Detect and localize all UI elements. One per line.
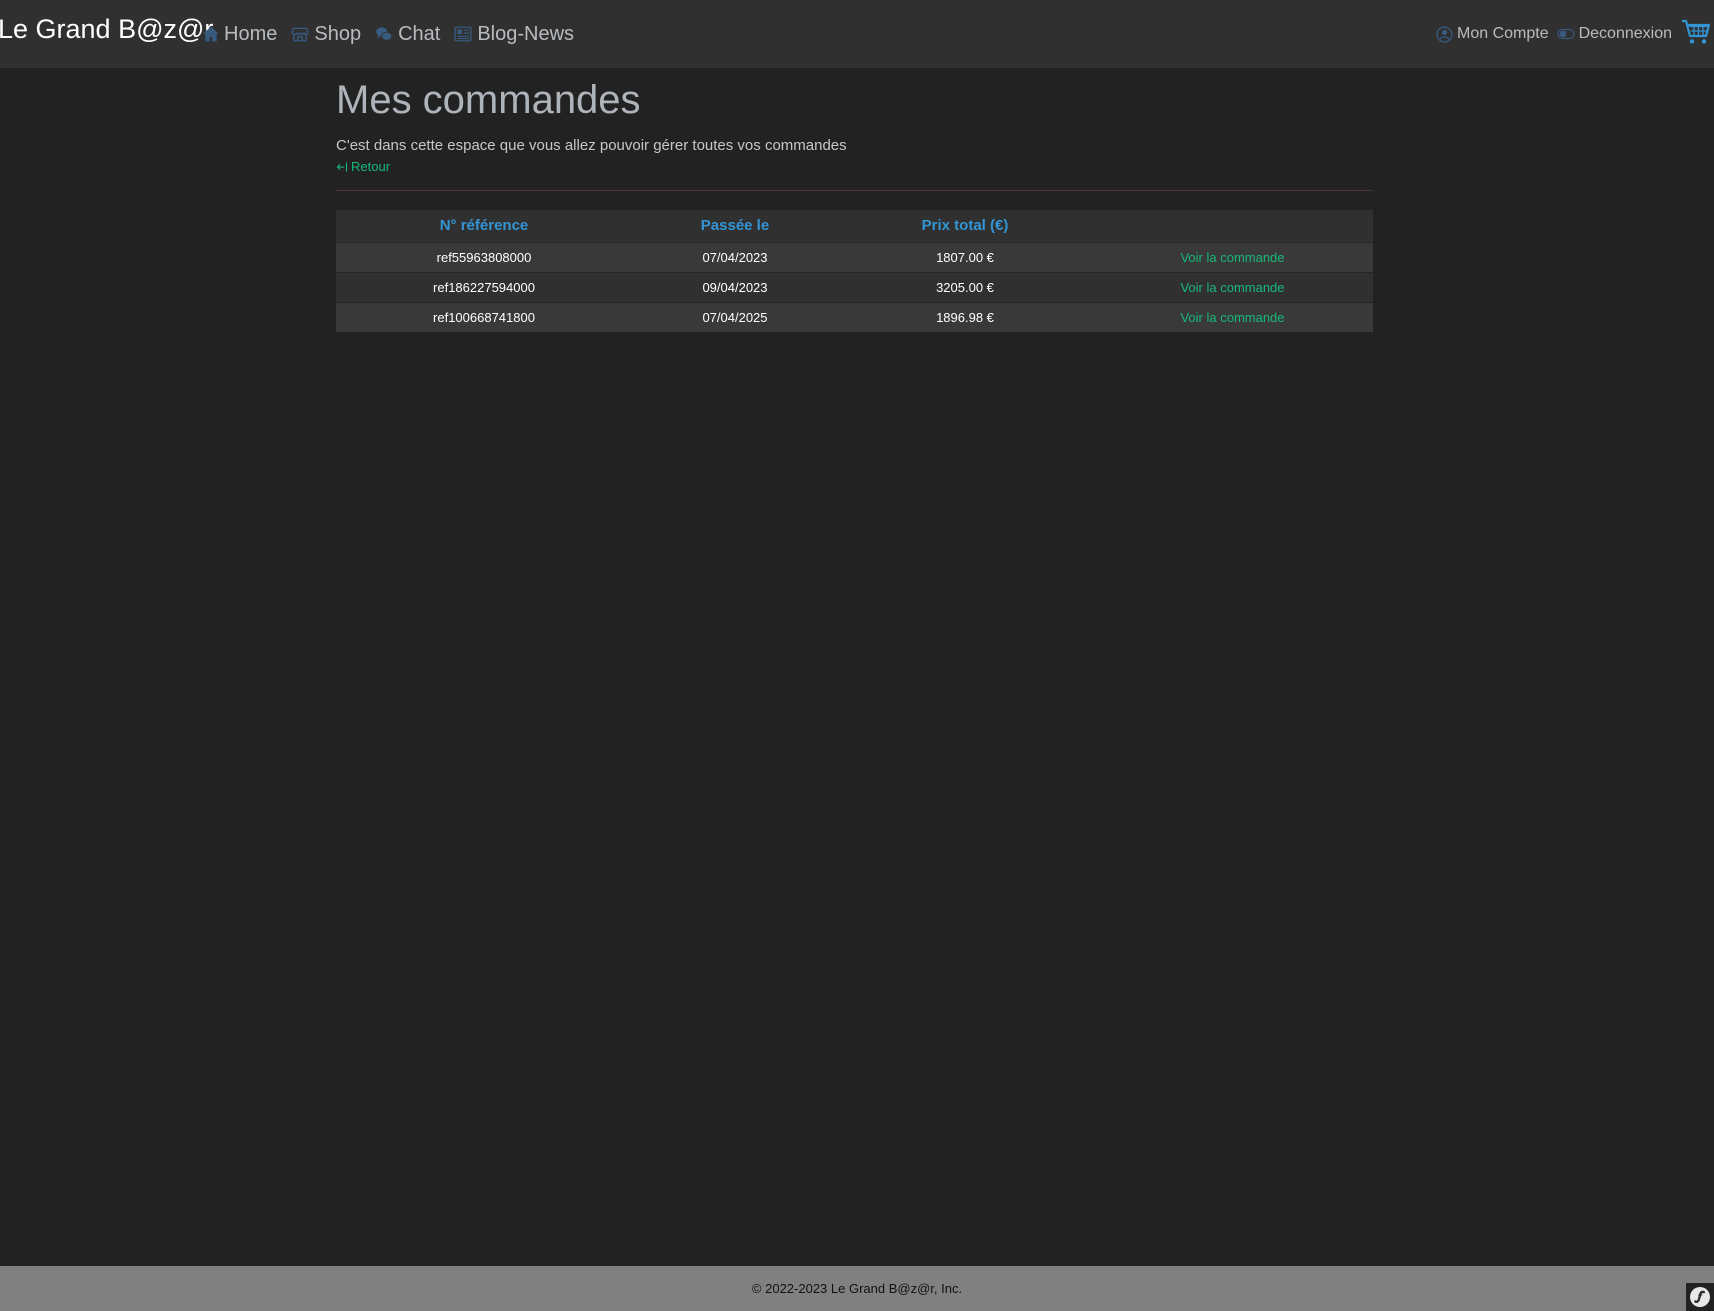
nav-home-label: Home [224,22,278,45]
nav-chat-label: Chat [398,22,441,45]
order-total: 3205.00 € [838,271,1092,302]
order-date: 07/04/2023 [632,241,838,272]
table-row: ref100668741800 07/04/2025 1896.98 € Voi… [336,301,1373,332]
table-row: ref55963808000 07/04/2023 1807.00 € Voir… [336,241,1373,272]
column-header-total: Prix total (€) [921,217,1009,234]
main-nav: Home Shop Chat Blog-News [202,0,587,68]
order-reference: ref100668741800 [336,301,632,332]
view-order-link[interactable]: Voir la commande [1092,301,1373,332]
footer: © 2022-2023 Le Grand B@z@r, Inc. [0,1266,1714,1311]
column-header-reference: N° référence [439,217,529,234]
table-header-row: N° référence Passée le Prix total (€) [336,209,1373,243]
arrow-bar-left-icon [336,162,348,171]
order-reference: ref55963808000 [336,241,632,272]
view-order-link[interactable]: Voir la commande [1092,241,1373,272]
order-total: 1896.98 € [838,301,1092,332]
newspaper-icon [454,26,472,42]
order-date: 07/04/2025 [632,301,838,332]
nav-blog-news-label: Blog-News [477,22,575,45]
nav-shop[interactable]: Shop [290,23,361,46]
page-title: Mes commandes [336,78,641,122]
brand-logo[interactable]: Le Grand B@z@r [0,14,213,45]
column-header-date: Passée le [700,217,770,234]
symfony-toolbar-toggle[interactable] [1686,1283,1714,1311]
order-date: 09/04/2023 [632,271,838,302]
house-icon [203,26,219,42]
toggle-icon [1556,28,1575,40]
chat-icon [376,27,393,41]
nav-chat[interactable]: Chat [374,23,440,46]
order-total: 1807.00 € [838,241,1092,272]
nav-home[interactable]: Home [202,23,277,46]
footer-copyright: © 2022-2023 Le Grand B@z@r, Inc. [751,1281,963,1296]
view-order-link[interactable]: Voir la commande [1092,271,1373,302]
symfony-icon [1690,1287,1710,1307]
back-link[interactable]: Retour [336,159,390,174]
main-content: Mes commandes C'est dans cette espace qu… [336,70,1373,332]
column-header-action [1092,210,1373,243]
orders-table: N° référence Passée le Prix total (€) re… [336,209,1373,332]
nav-mon-compte-label: Mon Compte [1457,25,1549,42]
back-link-label: Retour [351,159,391,174]
cart-icon [1682,19,1711,44]
divider [336,189,1373,191]
nav-deconnexion[interactable]: Deconnexion [1556,25,1672,43]
nav-mon-compte[interactable]: Mon Compte [1436,25,1549,43]
nav-deconnexion-label: Deconnexion [1578,25,1672,42]
nav-blog-news[interactable]: Blog-News [453,23,574,46]
order-reference: ref186227594000 [336,271,632,302]
person-circle-icon [1436,25,1453,43]
page-subtitle: C'est dans cette espace que vous allez p… [336,137,847,154]
nav-shop-label: Shop [314,22,362,45]
table-row: ref186227594000 09/04/2023 3205.00 € Voi… [336,271,1373,302]
user-nav: Mon Compte Deconnexion [1436,0,1714,68]
cart-button[interactable] [1680,16,1712,52]
navbar: Le Grand B@z@r Home Shop Chat Blog-News … [0,0,1714,68]
shop-icon [291,27,309,42]
